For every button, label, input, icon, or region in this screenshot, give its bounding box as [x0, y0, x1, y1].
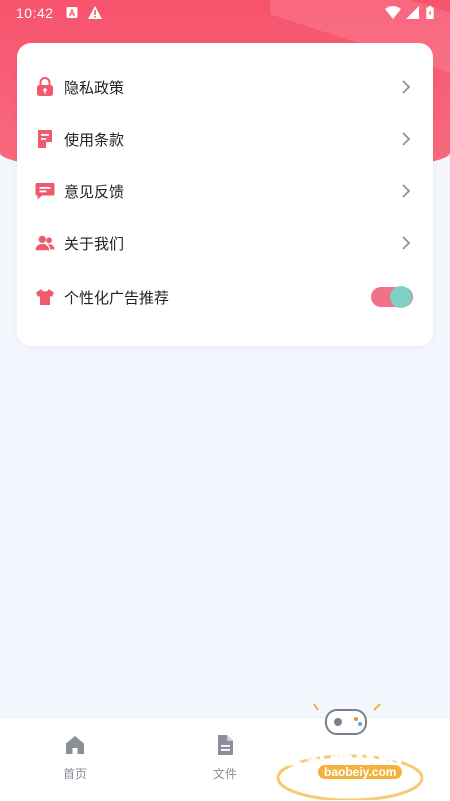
- chevron-right-icon: [402, 132, 411, 146]
- chevron-right-icon: [402, 184, 411, 198]
- battery-icon: [426, 6, 434, 19]
- personalized-ads-toggle[interactable]: [371, 285, 413, 309]
- notification-a-icon: A: [66, 7, 78, 18]
- settings-item-label: 使用条款: [64, 131, 125, 149]
- settings-item-label: 个性化广告推荐: [64, 289, 170, 307]
- settings-item-personalized-ads: 个性化广告推荐: [17, 271, 433, 323]
- tab-home[interactable]: 首页: [0, 718, 150, 801]
- settings-item-feedback[interactable]: 意见反馈: [17, 165, 433, 217]
- document-icon: [35, 129, 55, 149]
- status-bar: 10:42 A: [0, 0, 450, 26]
- shirt-icon: [35, 287, 55, 307]
- people-icon: [35, 233, 55, 253]
- settings-card: 隐私政策 使用条款 意见反馈 关于我们 个性化广告推荐: [17, 43, 433, 346]
- signal-icon: [406, 6, 419, 19]
- status-time: 10:42: [16, 5, 54, 21]
- lock-icon: [35, 77, 55, 97]
- file-icon: [218, 735, 233, 755]
- settings-item-privacy-policy[interactable]: 隐私政策: [17, 61, 433, 113]
- warning-icon: [88, 6, 102, 19]
- watermark-url: baobeiy.com: [318, 765, 403, 779]
- svg-text:A: A: [69, 8, 76, 18]
- chevron-right-icon: [402, 80, 411, 94]
- settings-item-label: 意见反馈: [64, 183, 125, 201]
- settings-item-about-us[interactable]: 关于我们: [17, 217, 433, 269]
- wifi-icon: [385, 6, 401, 19]
- home-icon: [66, 736, 84, 754]
- chevron-right-icon: [402, 236, 411, 250]
- settings-item-terms-of-use[interactable]: 使用条款: [17, 113, 433, 165]
- tab-label: 首页: [62, 767, 87, 781]
- chat-icon: [35, 181, 55, 201]
- settings-item-label: 隐私政策: [64, 79, 125, 97]
- settings-item-label: 关于我们: [64, 235, 125, 253]
